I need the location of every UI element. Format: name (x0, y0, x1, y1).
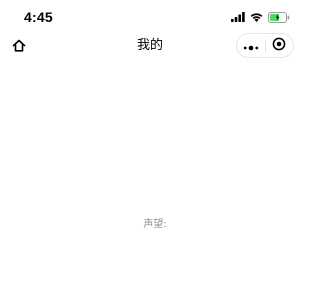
wifi-icon (250, 12, 263, 22)
signal-icon (231, 12, 245, 22)
close-button[interactable] (266, 34, 294, 57)
target-circle-icon (272, 36, 286, 55)
home-button[interactable] (8, 35, 30, 57)
more-dots-icon (243, 36, 259, 55)
status-icons (231, 10, 290, 24)
nav-bar: 我的 (0, 30, 300, 62)
more-button[interactable] (237, 34, 265, 57)
battery-icon (268, 11, 290, 23)
home-icon (12, 37, 26, 56)
reputation-label: 声望: (143, 219, 167, 230)
status-bar: 4:45 (0, 0, 300, 30)
status-time: 4:45 (24, 9, 53, 25)
mini-program-capsule (236, 33, 294, 58)
reputation-row: 声望: (0, 218, 300, 232)
